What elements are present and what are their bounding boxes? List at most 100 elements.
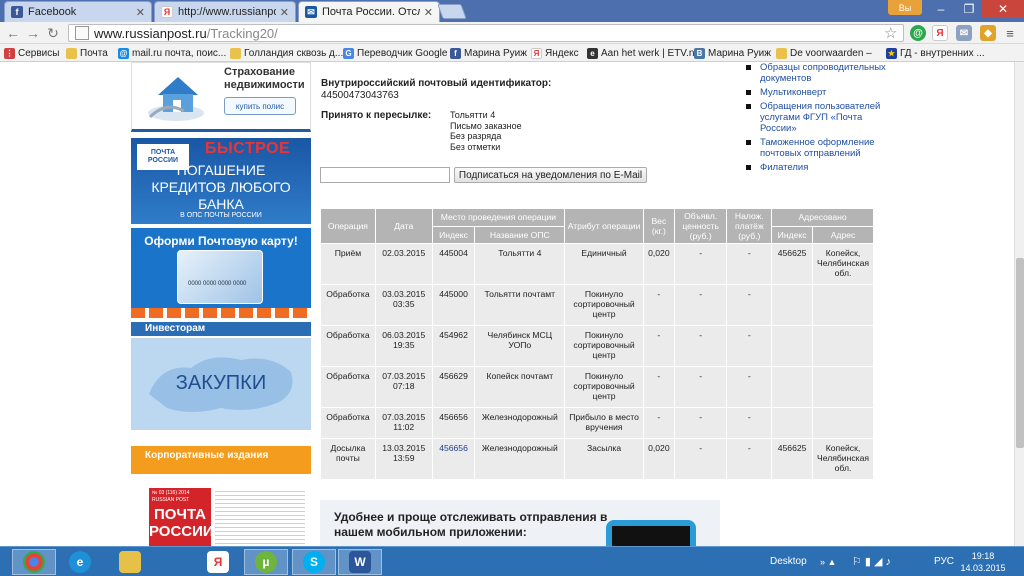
bookmark-item[interactable]: De voorwaarden – bbox=[776, 46, 872, 60]
close-icon[interactable]: ✕ bbox=[136, 6, 145, 19]
investors-link[interactable]: Инвесторам bbox=[131, 322, 311, 336]
mail-extension-icon[interactable]: ✉ bbox=[956, 25, 972, 41]
subscribe-button[interactable]: Подписаться на уведомления по E-Mail bbox=[454, 167, 647, 183]
cell-attribute: Прибыло в место вручения bbox=[565, 408, 643, 438]
window-close-button[interactable]: ✕ bbox=[982, 0, 1024, 18]
forward-button[interactable]: → bbox=[24, 24, 42, 42]
banner-strip bbox=[131, 308, 311, 318]
page-scrollbar[interactable] bbox=[1014, 62, 1024, 546]
user-badge[interactable]: Вы bbox=[888, 0, 922, 15]
folder-icon bbox=[66, 47, 77, 59]
extension-green-icon[interactable]: @ bbox=[910, 25, 926, 41]
tray-arrows-icon[interactable]: » ▲ bbox=[820, 547, 836, 576]
bookmark-label: Сервисы bbox=[18, 47, 60, 59]
bookmark-item[interactable]: ★ ГД - внутренних ... bbox=[886, 46, 985, 60]
vk-icon: B bbox=[694, 47, 705, 59]
facebook-icon: f bbox=[450, 47, 461, 59]
magazine-issue: № 03 (116) 2014 bbox=[152, 490, 190, 496]
tray-icons[interactable]: ⚐ ▮ ◢ ♪ bbox=[852, 547, 891, 576]
bookmark-item[interactable]: ⋮ Сервисы bbox=[4, 46, 59, 60]
bookmark-item[interactable]: G Переводчик Google bbox=[343, 46, 447, 60]
tab-tracking[interactable]: ✉ Почта России. Отслеживание ✕ bbox=[298, 1, 440, 22]
buy-policy-button[interactable]: купить полис bbox=[224, 97, 296, 115]
taskbar-skype[interactable]: S bbox=[292, 549, 336, 575]
maximize-button[interactable]: ❐ bbox=[954, 0, 984, 18]
extension-icon[interactable]: ◆ bbox=[980, 25, 996, 41]
link-customs[interactable]: Таможенное оформление почтовых отправлен… bbox=[746, 137, 886, 159]
header-date: Дата bbox=[375, 209, 432, 243]
bookmark-item[interactable]: B Марина Руиж bbox=[694, 46, 771, 60]
link-documents[interactable]: Образцы сопроводительных документов bbox=[746, 62, 886, 84]
cell-ops-name: Копейск почтамт bbox=[475, 367, 565, 407]
bookmark-star-icon[interactable]: ☆ bbox=[884, 24, 897, 42]
bookmark-item[interactable]: Я Яндекс bbox=[531, 46, 579, 60]
email-input[interactable] bbox=[320, 167, 450, 183]
insurance-title: Страхование недвижимости bbox=[224, 66, 305, 91]
address-bar[interactable]: www.russianpost.ru/Tracking20/ bbox=[68, 24, 904, 42]
cell-declared-value: - bbox=[674, 439, 727, 479]
bookmark-item[interactable]: f Марина Руиж bbox=[450, 46, 527, 60]
cell-ops-name: Тольятти 4 bbox=[475, 244, 565, 284]
cell-dest-index bbox=[772, 408, 813, 438]
accepted-type: Письмо заказное bbox=[450, 120, 522, 131]
taskbar-word[interactable]: W bbox=[338, 549, 382, 575]
taskbar-explorer[interactable] bbox=[108, 549, 152, 575]
link-user-requests[interactable]: Обращения пользователей услугами ФГУП «П… bbox=[746, 101, 886, 134]
credit-banner[interactable]: ПОЧТА РОССИИ БЫСТРОЕ ПОГАШЕНИЕ КРЕДИТОВ … bbox=[131, 138, 311, 224]
back-button[interactable]: ← bbox=[4, 24, 22, 42]
cell-index-link[interactable]: 456656 bbox=[432, 439, 475, 479]
tab-facebook[interactable]: f Facebook ✕ bbox=[4, 1, 152, 22]
table-row: Досылка почты 13.03.2015 13:59 456656 Же… bbox=[321, 439, 873, 479]
postcard-banner[interactable]: Оформи Почтовую карту! 0000 0000 0000 00… bbox=[131, 228, 311, 318]
new-tab-button[interactable] bbox=[437, 4, 467, 19]
link-multienvelope[interactable]: Мультиконверт bbox=[746, 87, 886, 98]
close-icon[interactable]: ✕ bbox=[280, 6, 289, 19]
language-indicator[interactable]: РУС bbox=[934, 547, 954, 576]
word-icon: W bbox=[349, 551, 371, 573]
taskbar-chrome[interactable] bbox=[12, 549, 56, 575]
taskbar-utorrent[interactable]: µ bbox=[244, 549, 288, 575]
cell-attribute: Единичный bbox=[565, 244, 643, 284]
cell-ops-name: Тольятти почтамт bbox=[475, 285, 565, 325]
corporate-publications-link[interactable]: Корпоративные издания bbox=[131, 446, 311, 474]
explorer-icon bbox=[119, 551, 141, 573]
mobile-app-promo[interactable]: Удобнее и проще отслеживать отправления … bbox=[320, 500, 720, 546]
desktop-toolbar[interactable]: Desktop bbox=[770, 547, 807, 576]
bookmark-item[interactable]: e Aan het werk | ETV.nl bbox=[587, 46, 697, 60]
purchases-banner[interactable]: ЗАКУПКИ bbox=[131, 338, 311, 430]
utorrent-icon: µ bbox=[255, 551, 277, 573]
facebook-icon: f bbox=[11, 6, 23, 18]
link-philately[interactable]: Филателия bbox=[746, 162, 886, 173]
cell-operation: Обработка bbox=[321, 326, 375, 366]
insurance-banner[interactable]: Страхование недвижимости купить полис bbox=[131, 62, 311, 132]
cell-weight: - bbox=[643, 367, 674, 407]
url-host: www.russianpost.ru bbox=[94, 25, 207, 41]
tab-russianpost-url[interactable]: Я http://www.russianpost.ru ✕ bbox=[154, 1, 296, 22]
right-links: Образцы сопроводительных документов Муль… bbox=[746, 62, 886, 176]
yandex-extension-icon[interactable]: Я bbox=[932, 25, 948, 41]
menu-icon[interactable]: ≡ bbox=[1002, 25, 1018, 41]
cell-ops-name: Челябинск МСЦ УОПо bbox=[475, 326, 565, 366]
bookmark-label: Марина Руиж bbox=[708, 47, 771, 59]
cell-operation: Обработка bbox=[321, 408, 375, 438]
bookmark-item[interactable]: Голландия сквозь д... bbox=[230, 46, 343, 60]
scrollbar-thumb[interactable] bbox=[1016, 258, 1024, 448]
accepted-office: Тольятти 4 bbox=[450, 110, 496, 120]
minimize-button[interactable]: – bbox=[926, 0, 956, 18]
tab-title: Facebook bbox=[28, 6, 77, 18]
table-row: Обработка 07.03.2015 11:02 456656 Железн… bbox=[321, 408, 873, 438]
bookmark-item[interactable]: Почта bbox=[66, 46, 108, 60]
reload-button[interactable]: ↻ bbox=[44, 24, 62, 42]
cell-date: 03.03.2015 03:35 bbox=[375, 285, 432, 325]
cell-date: 06.03.2015 19:35 bbox=[375, 326, 432, 366]
clock[interactable]: 19:18 14.03.2015 bbox=[960, 550, 1006, 574]
credit-line: КРЕДИТОВ ЛЮБОГО bbox=[151, 179, 291, 195]
magazine-cover[interactable]: № 03 (116) 2014 RUSSIAN POST ПОЧТА РОССИ… bbox=[131, 482, 311, 546]
close-icon[interactable]: ✕ bbox=[424, 6, 433, 19]
cell-cod: - bbox=[727, 439, 772, 479]
taskbar-ie[interactable]: e bbox=[58, 549, 102, 575]
bookmark-label: Почта bbox=[80, 47, 108, 59]
russianpost-icon: ✉ bbox=[305, 6, 317, 18]
taskbar-yandex-browser[interactable]: Я bbox=[196, 549, 240, 575]
bookmark-item[interactable]: @ mail.ru почта, поис... bbox=[118, 46, 226, 60]
